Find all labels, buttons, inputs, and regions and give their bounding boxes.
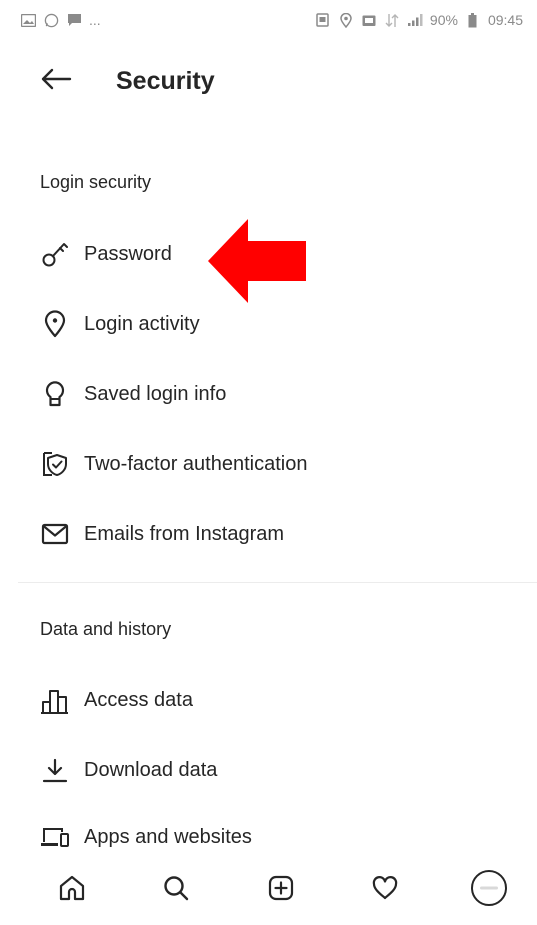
gallery-icon [20,12,36,28]
annotation-arrow [208,219,306,303]
menu-item-saved-login-info[interactable]: Saved login info [40,372,226,416]
menu-item-emails-from-instagram[interactable]: Emails from Instagram [40,512,284,556]
menu-label-access-data: Access data [84,688,193,711]
profile-avatar-icon [470,869,508,912]
battery-icon [465,12,481,28]
menu-label-apps-and-websites: Apps and websites [84,825,252,848]
nav-search-button[interactable] [152,866,200,914]
screenshot-icon [315,12,331,28]
message-icon [66,12,82,28]
status-ellipsis: ... [89,12,101,28]
arrow-left-icon [40,67,72,96]
menu-label-emails-from-instagram: Emails from Instagram [84,522,285,545]
section-divider [18,582,537,583]
bar-chart-icon [40,685,70,715]
back-button[interactable] [36,61,76,101]
new-post-icon [267,874,295,907]
menu-item-password[interactable]: Password [40,232,172,276]
bottom-nav [0,855,537,925]
security-screen: ... 90% 09:45 Security Login security Pa… [0,0,537,925]
devices-icon [40,822,70,852]
shield-check-icon [40,449,70,479]
menu-label-login-activity: Login activity [84,312,200,335]
data-icon [384,12,400,28]
status-bar: ... 90% 09:45 [0,0,537,40]
key-icon [40,239,70,269]
keyhole-icon [40,379,70,409]
download-icon [40,755,70,785]
menu-item-access-data[interactable]: Access data [40,678,193,722]
menu-label-download-data: Download data [84,758,218,781]
menu-item-apps-and-websites[interactable]: Apps and websites [40,815,252,859]
section-header-data-and-history: Data and history [40,619,172,639]
home-icon [58,874,86,907]
nav-profile-button[interactable] [465,866,513,914]
search-icon [162,874,190,907]
header: Security [0,46,537,116]
envelope-icon [40,519,70,549]
menu-label-password: Password [84,242,172,265]
location-icon [338,12,354,28]
menu-label-two-factor-authentication: Two-factor authentication [84,452,308,475]
nav-home-button[interactable] [48,866,96,914]
menu-item-two-factor-authentication[interactable]: Two-factor authentication [40,442,307,486]
menu-item-login-activity[interactable]: Login activity [40,302,200,346]
nav-activity-button[interactable] [361,866,409,914]
wallet-icon [361,12,377,28]
menu-item-download-data[interactable]: Download data [40,748,217,792]
whatsapp-icon [43,12,59,28]
menu-label-saved-login-info: Saved login info [84,382,227,405]
location-pin-icon [40,309,70,339]
page-title: Security [116,66,215,95]
signal-icon [407,12,423,28]
status-time: 09:45 [487,12,523,28]
status-right: 90% 09:45 [315,12,523,28]
status-left: ... [20,12,101,28]
section-header-login-security: Login security [40,172,152,192]
activity-heart-icon [371,875,399,906]
battery-percent: 90% [429,12,458,28]
nav-new-post-button[interactable] [257,866,305,914]
